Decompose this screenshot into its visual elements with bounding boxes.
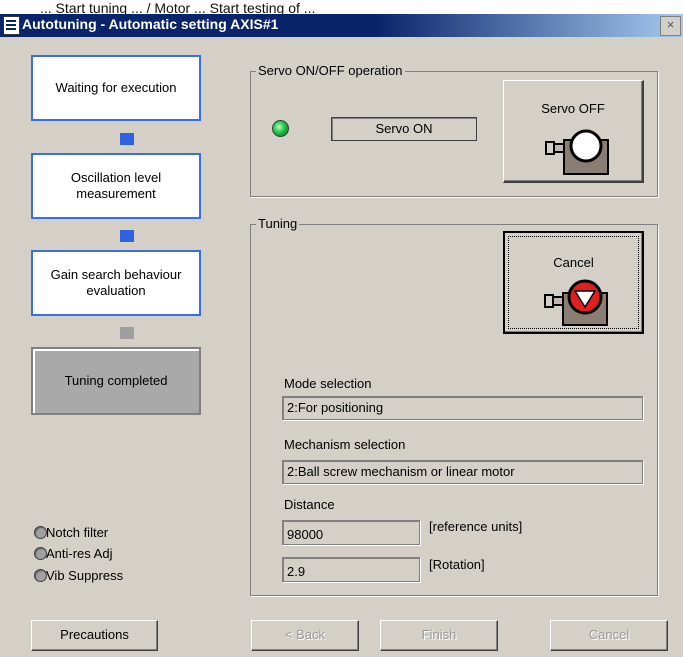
servo-motor-icon — [545, 129, 609, 175]
step-gain-search: Gain search behaviour evaluation — [31, 250, 201, 316]
servo-group-label: Servo ON/OFF operation — [256, 63, 405, 78]
rotation-unit-label: [Rotation] — [429, 557, 485, 572]
servo-status-field: Servo ON — [331, 117, 477, 141]
app-icon — [3, 16, 20, 35]
mechanism-selection-field: 2:Ball screw mechanism or linear motor — [282, 460, 643, 484]
step-label: Tuning completed — [64, 373, 168, 388]
step-connector — [120, 327, 134, 339]
step-connector — [120, 230, 134, 242]
precautions-button[interactable]: Precautions — [31, 620, 158, 651]
servo-status-led-icon — [272, 120, 289, 137]
vib-suppress-label: Vib Suppress — [46, 568, 124, 583]
back-button[interactable]: < Back — [251, 620, 359, 651]
distance-field: 98000 — [282, 520, 420, 545]
rotation-field: 2.9 — [282, 557, 420, 582]
servo-off-label: Servo OFF — [541, 101, 605, 116]
step-waiting: Waiting for execution — [31, 55, 201, 121]
notch-filter-label: Notch filter — [46, 525, 109, 540]
window-title: Autotuning - Automatic setting AXIS#1 — [22, 16, 279, 32]
tuning-group-label: Tuning — [256, 216, 300, 231]
finish-button[interactable]: Finish — [380, 620, 498, 651]
anti-res-label: Anti-res Adj — [46, 546, 113, 561]
close-button[interactable]: × — [660, 16, 681, 36]
distance-unit-label: [reference units] — [429, 519, 523, 534]
mode-selection-label: Mode selection — [284, 376, 372, 391]
step-connector — [120, 133, 134, 145]
mechanism-selection-label: Mechanism selection — [284, 437, 406, 452]
tuning-cancel-button[interactable]: Cancel — [503, 231, 644, 334]
step-tuning-completed: Tuning completed — [31, 347, 201, 415]
step-label: Waiting for execution — [55, 80, 177, 95]
tuning-cancel-label: Cancel — [553, 255, 594, 270]
step-oscillation: Oscillation level measurement — [31, 153, 201, 219]
cancel-button[interactable]: Cancel — [550, 620, 668, 651]
servo-off-button[interactable]: Servo OFF — [503, 80, 644, 183]
step-label: Gain search behaviour evaluation — [50, 267, 182, 298]
stop-motor-icon — [544, 279, 608, 326]
distance-label: Distance — [284, 497, 335, 512]
title-bar: ... Start tuning ... / Motor ... Start t… — [0, 0, 683, 37]
step-label: Oscillation level measurement — [70, 170, 162, 201]
mode-selection-field: 2:For positioning — [282, 396, 643, 420]
